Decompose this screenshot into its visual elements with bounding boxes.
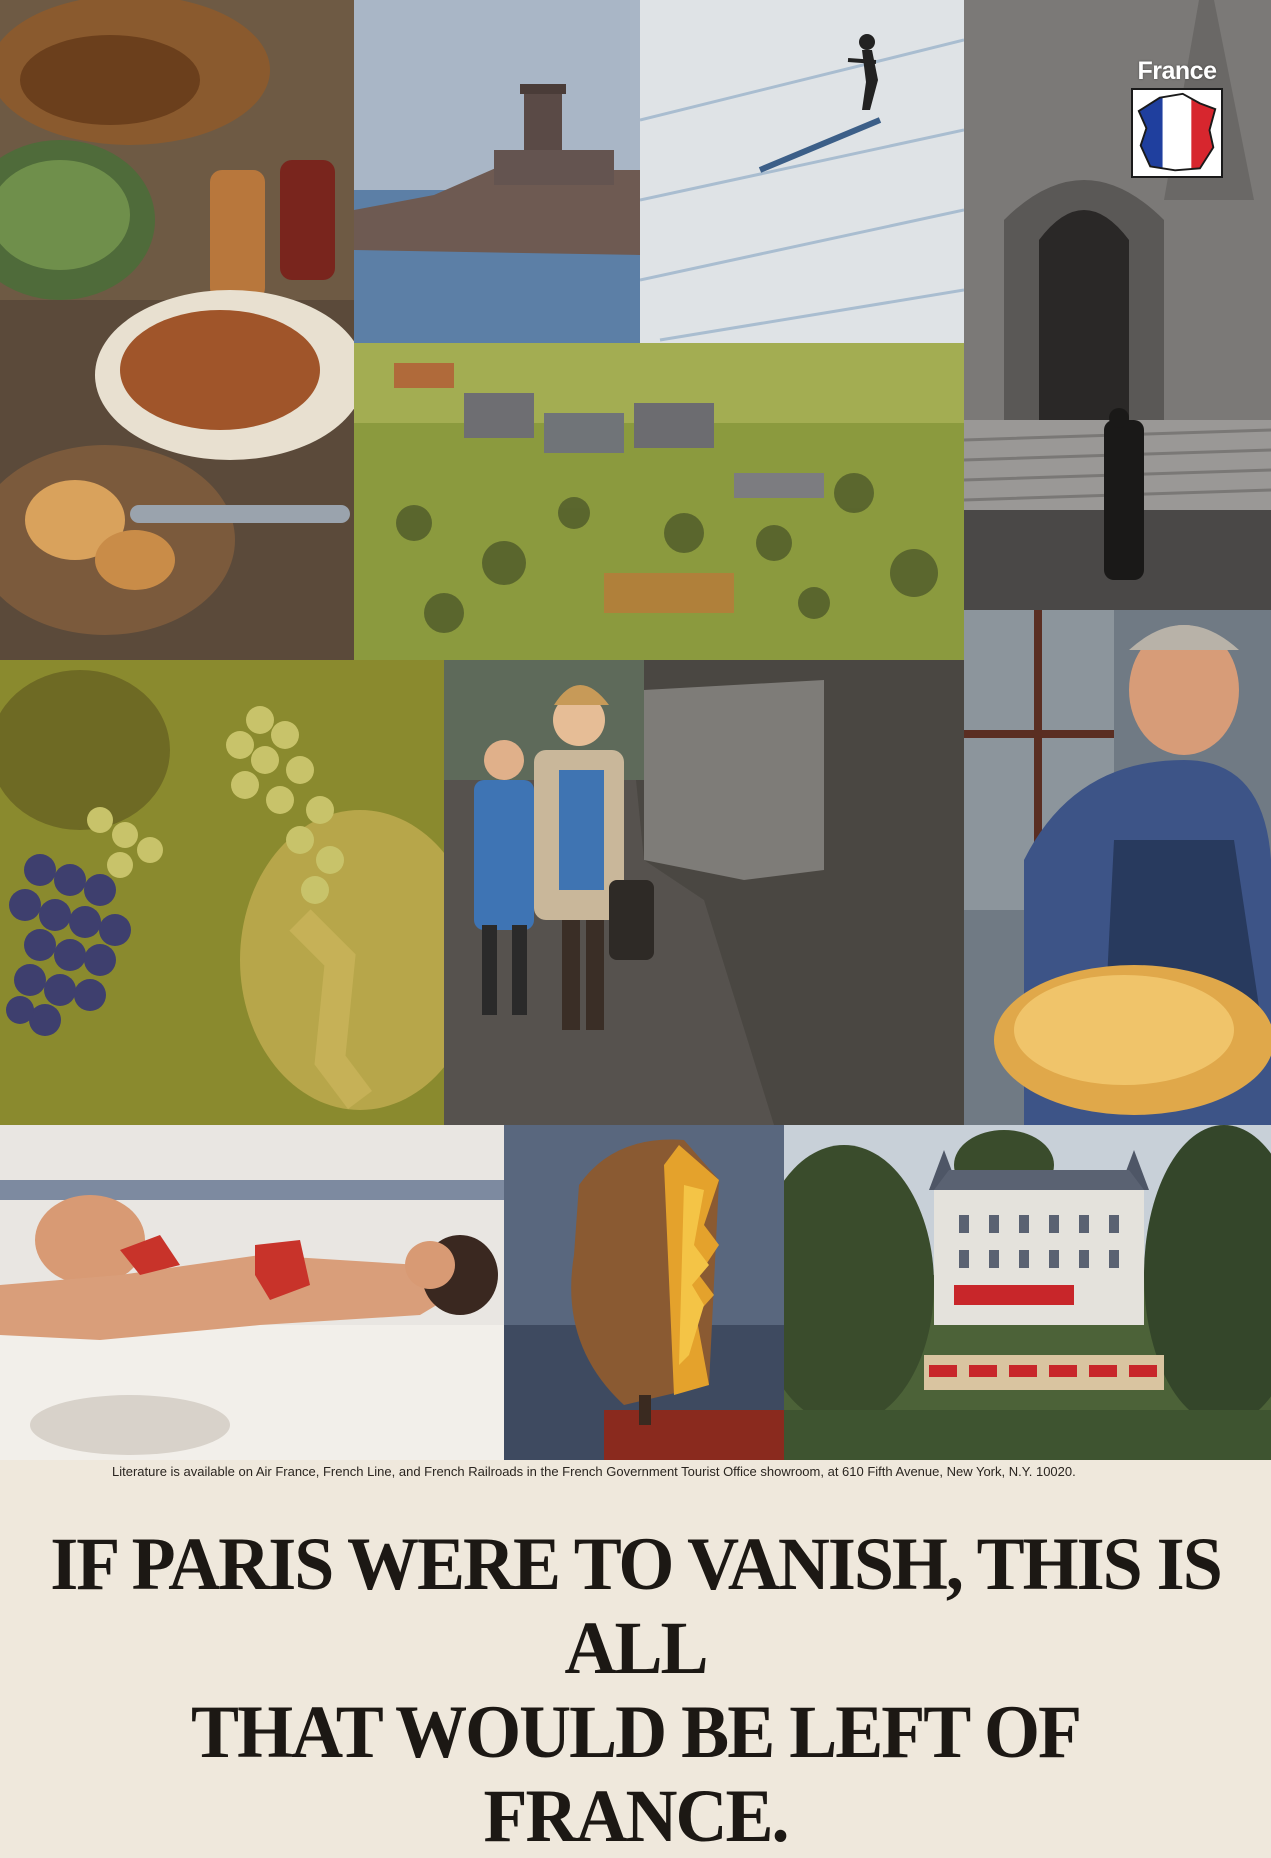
headline-line-2: THAT WOULD BE LEFT OF FRANCE. <box>191 1690 1082 1858</box>
sunbather-beach-photo <box>0 1125 504 1460</box>
children-walking-photo <box>444 660 964 1125</box>
headline: IF PARIS WERE TO VANISH, THIS IS ALL THA… <box>40 1522 1231 1858</box>
chateau-photo <box>784 1125 1271 1460</box>
seaside-castle-photo <box>354 0 640 343</box>
skier-photo <box>640 0 964 343</box>
village-countryside-photo <box>354 343 964 660</box>
headline-line-1: IF PARIS WERE TO VANISH, THIS IS ALL <box>50 1522 1223 1690</box>
woman-with-pastries-photo <box>964 610 1271 1125</box>
sculpture-face-photo <box>504 1125 784 1460</box>
logo-word: France <box>1137 57 1217 85</box>
grape-vine-photo <box>0 660 444 1125</box>
food-still-life-photo <box>0 0 354 660</box>
fine-print: Literature is available on Air France, F… <box>112 1464 1076 1479</box>
france-flag-map-icon <box>1131 88 1223 178</box>
france-logo: France <box>1126 56 1228 186</box>
